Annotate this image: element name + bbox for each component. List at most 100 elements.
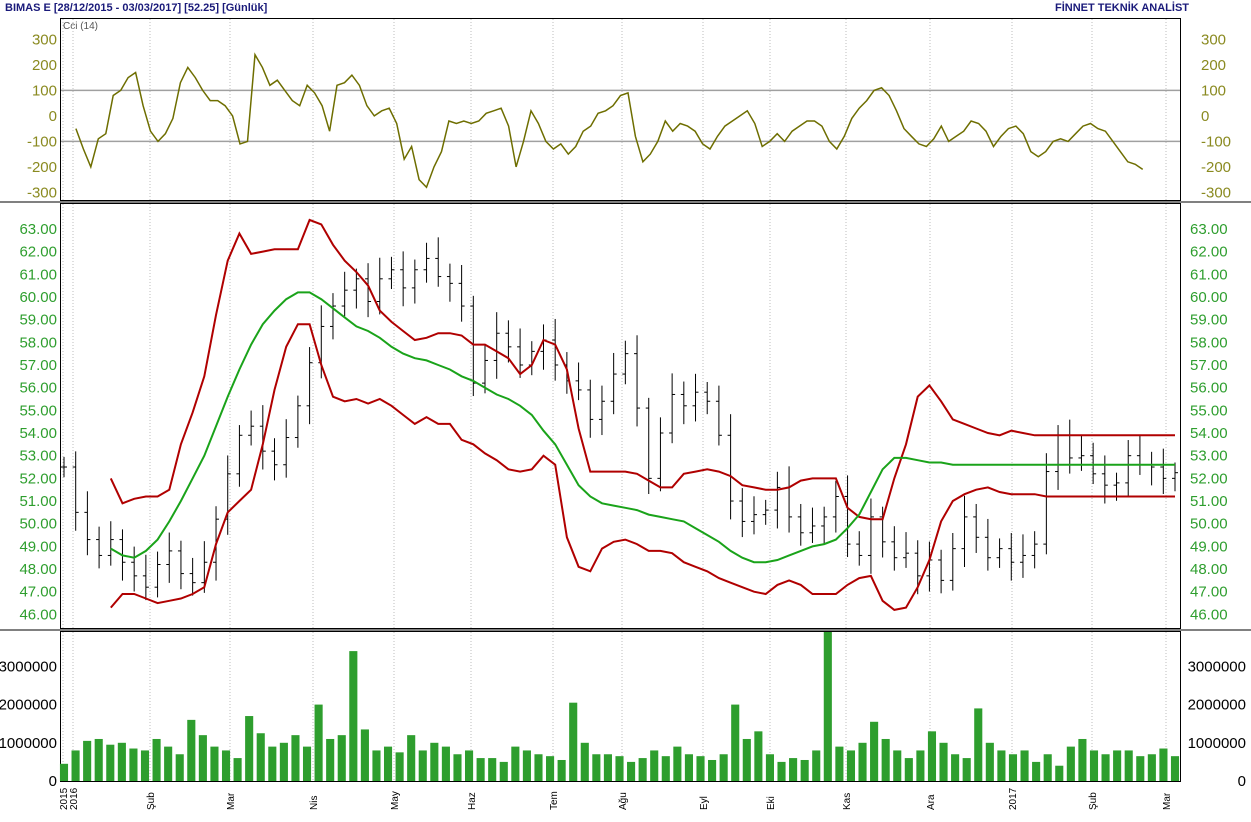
- volume-bar-37: [488, 758, 497, 781]
- volume-bar-31: [418, 750, 427, 781]
- volume-bar-52: [661, 756, 670, 781]
- volume-bar-56: [708, 759, 717, 781]
- volume-bar-42: [546, 756, 555, 781]
- volume-bar-79: [974, 708, 983, 781]
- volume-bar-82: [1008, 754, 1018, 781]
- volume-bar-8: [152, 738, 161, 781]
- volume-bar-80: [985, 742, 994, 781]
- volume-bar-35: [465, 750, 474, 781]
- price-ytick-left-10: 53.00: [19, 448, 57, 465]
- volume-ytick-right-1: 2000000: [1188, 697, 1246, 714]
- volume-bar-59: [742, 738, 751, 781]
- x-axis-label-7: Tem: [549, 791, 560, 810]
- x-axis-label-3: Mar: [226, 792, 237, 810]
- price-ytick-left-13: 50.00: [19, 516, 57, 533]
- cci-ytick-left-3: 0: [49, 108, 57, 125]
- volume-bar-74: [916, 750, 925, 781]
- price-ytick-right-16: 47.00: [1190, 584, 1228, 601]
- cci-panel: 300 300 200 200 100 100 0 0 -100 -100 -200 -200 -300…: [27, 31, 1231, 201]
- volume-bar-2: [83, 740, 92, 781]
- x-axis: 2015 2016 Şub Mar Nis May Haz Tem Ağu Eyl Eki Kas Ar…: [59, 787, 1173, 810]
- volume-bar-48: [615, 756, 624, 781]
- price-ytick-right-6: 57.00: [1190, 357, 1228, 374]
- cci-ytick-right-1: 200: [1201, 57, 1226, 74]
- volume-bar-6: [129, 748, 138, 781]
- cci-ytick-right-6: -300: [1201, 184, 1231, 201]
- volume-bar-32: [430, 742, 439, 781]
- volume-bar-95: [1159, 748, 1168, 781]
- price-ytick-right-9: 54.00: [1190, 425, 1228, 442]
- volume-bar-94: [1147, 754, 1156, 781]
- volume-bar-81: [997, 750, 1006, 781]
- volume-bar-51: [650, 750, 659, 781]
- volume-bar-7: [140, 750, 150, 781]
- price-ytick-right-0: 63.00: [1190, 221, 1228, 238]
- volume-bar-20: [291, 735, 300, 781]
- price-ytick-right-13: 50.00: [1190, 516, 1228, 533]
- volume-bar-93: [1136, 756, 1145, 781]
- volume-bar-21: [302, 746, 312, 781]
- volume-bar-15: [233, 758, 242, 781]
- volume-bar-85: [1043, 754, 1052, 781]
- volume-bar-13: [210, 746, 219, 781]
- cci-ytick-left-4: -100: [27, 133, 57, 150]
- volume-bar-26: [360, 729, 369, 781]
- price-ytick-left-3: 60.00: [19, 289, 57, 306]
- volume-bar-54: [684, 754, 693, 781]
- volume-bar-77: [951, 754, 960, 781]
- volume-bar-75: [927, 731, 937, 781]
- x-axis-label-8: Ağu: [618, 792, 629, 810]
- volume-bar-72: [893, 750, 902, 781]
- x-axis-label-6: Haz: [467, 792, 478, 810]
- volume-bar-27: [372, 750, 381, 781]
- cci-ytick-left-5: -200: [27, 159, 57, 176]
- x-axis-label-15: Mar: [1162, 792, 1173, 810]
- volume-panel: 3000000 3000000 2000000 2000000 1000000 10000…: [0, 632, 1246, 790]
- price-ytick-left-1: 62.00: [19, 244, 57, 261]
- stock-chart: 300 300 200 200 100 100 0 0 -100 -100 -200 -200 -300…: [0, 18, 1251, 810]
- volume-bar-50: [638, 758, 647, 781]
- x-axis-label-2: Şub: [146, 792, 157, 810]
- volume-bar-64: [800, 759, 809, 781]
- volume-bar-23: [326, 738, 335, 781]
- price-ytick-left-4: 59.00: [19, 312, 57, 329]
- price-ytick-right-1: 62.00: [1190, 244, 1228, 261]
- x-axis-label-13: 2017: [1008, 787, 1019, 810]
- volume-bar-61: [765, 754, 774, 781]
- price-ytick-left-6: 57.00: [19, 357, 57, 374]
- cci-ytick-right-3: 0: [1201, 108, 1209, 125]
- price-ytick-left-11: 52.00: [19, 470, 57, 487]
- x-axis-label-14: Şub: [1088, 792, 1099, 810]
- volume-bar-96: [1170, 756, 1180, 781]
- price-ytick-right-14: 49.00: [1190, 538, 1228, 555]
- volume-bar-22: [314, 704, 323, 781]
- volume-bar-92: [1124, 750, 1133, 781]
- price-ytick-left-14: 49.00: [19, 538, 57, 555]
- volume-bar-68: [846, 750, 856, 781]
- volume-bar-19: [279, 742, 288, 781]
- volume-bar-4: [106, 744, 115, 781]
- volume-bar-43: [557, 759, 566, 781]
- volume-bar-47: [603, 754, 612, 781]
- volume-bar-57: [719, 754, 728, 781]
- volume-bar-44: [569, 702, 578, 781]
- volume-ytick-left-2: 1000000: [0, 735, 57, 752]
- price-ytick-left-9: 54.00: [19, 425, 57, 442]
- volume-bar-16: [245, 716, 254, 781]
- cci-ytick-left-1: 200: [32, 57, 57, 74]
- price-panel: 63.00 63.00 62.00 62.00 61.00 61.00 60.00 60.00…: [19, 218, 1228, 623]
- volume-bar-18: [268, 746, 277, 781]
- vertical-grid: [62, 19, 1167, 781]
- price-ytick-right-5: 58.00: [1190, 334, 1228, 351]
- bollinger-lower-line: [110, 323, 1175, 611]
- volume-bar-28: [383, 746, 393, 781]
- volume-bar-49: [627, 761, 636, 781]
- volume-bar-73: [904, 758, 913, 781]
- volume-bar-38: [499, 761, 508, 781]
- volume-bar-84: [1032, 761, 1041, 781]
- cci-ytick-right-2: 100: [1201, 82, 1226, 99]
- volume-ytick-left-3: 0: [49, 773, 57, 790]
- volume-bar-41: [534, 754, 543, 781]
- volume-bar-40: [522, 750, 531, 781]
- price-ytick-right-8: 55.00: [1190, 402, 1228, 419]
